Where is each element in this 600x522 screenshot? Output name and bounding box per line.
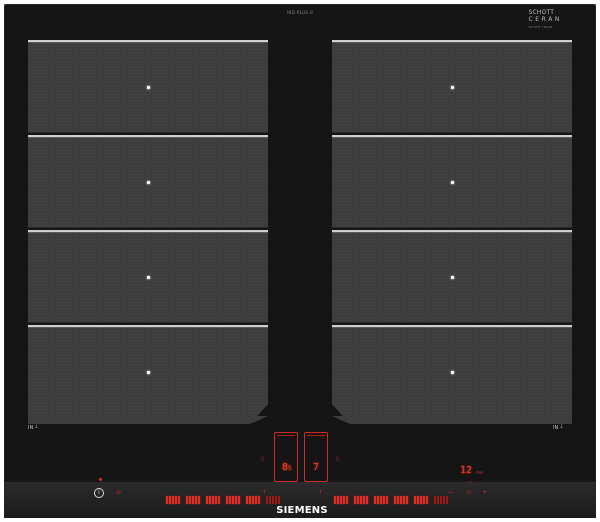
- timer-unit: min: [476, 470, 484, 475]
- cooking-zone-right-2[interactable]: [332, 135, 572, 228]
- left-power-subscript: 5: [288, 465, 292, 472]
- zone-label-right: IN ┴: [553, 425, 563, 431]
- cooking-zone-left-3[interactable]: [28, 230, 268, 323]
- cooking-zone-left-4[interactable]: [28, 325, 268, 418]
- standby-indicator-icon: [99, 478, 102, 481]
- schott-ceran-badge: SCHOTT CERAN SCHOTT CERAN: [529, 10, 563, 29]
- zone-center-dot-icon: [146, 275, 150, 279]
- right-zone-marker-icon[interactable]: ▯: [336, 456, 339, 462]
- pan-icon: ┴: [559, 425, 563, 431]
- zone-center-dot-icon: [450, 370, 454, 374]
- left-minus-icon[interactable]: ⊖: [116, 490, 122, 496]
- badge-line-2: CERAN: [528, 16, 562, 23]
- zone-center-dot-icon: [450, 275, 454, 279]
- zone-label-left: IN ┴: [28, 425, 38, 431]
- timer-icon[interactable]: ◷: [466, 490, 472, 496]
- pan-icon: ┴: [34, 425, 38, 431]
- zone-center-dot-icon: [146, 85, 150, 89]
- zone-label-left-text: IN: [28, 425, 34, 431]
- zone-label-right-text: IN: [553, 425, 559, 431]
- zone-center-dot-icon: [450, 85, 454, 89]
- left-power-level: 85: [282, 462, 292, 473]
- right-zone-display-frame[interactable]: [304, 432, 328, 482]
- cooking-zone-right-3[interactable]: [332, 230, 572, 323]
- zone-center-dot-icon: [146, 180, 150, 184]
- timer-minus-icon[interactable]: −: [448, 490, 454, 496]
- cooking-zone-left-1[interactable]: [28, 40, 268, 133]
- timer-value: 12: [460, 465, 473, 476]
- induction-cooktop: IND PLUS B SCHOTT CERAN SCHOTT CERAN IN …: [4, 4, 596, 518]
- zone-center-dot-icon: [146, 370, 150, 374]
- left-zone-display-frame[interactable]: [274, 432, 298, 482]
- left-zone-marker-icon[interactable]: ▯: [261, 456, 264, 462]
- right-power-slider[interactable]: [334, 489, 449, 504]
- left-boost-icon[interactable]: ↑: [262, 490, 268, 496]
- right-boost-icon[interactable]: ↑: [318, 490, 324, 496]
- zone-bottom-edges: [28, 416, 572, 424]
- model-label: IND PLUS B: [286, 10, 314, 15]
- power-info-icon[interactable]: i: [94, 488, 104, 498]
- cooking-zone-right-4[interactable]: [332, 325, 572, 418]
- cooking-zone-right-1[interactable]: [332, 40, 572, 133]
- timer-plus-icon[interactable]: +: [482, 490, 488, 496]
- badge-line-3: SCHOTT CERAN: [528, 25, 552, 29]
- brand-logo: SIEMENS: [276, 505, 328, 516]
- right-power-level: 7: [313, 462, 320, 473]
- cooking-zone-left-2[interactable]: [28, 135, 268, 228]
- zone-center-dot-icon: [450, 180, 454, 184]
